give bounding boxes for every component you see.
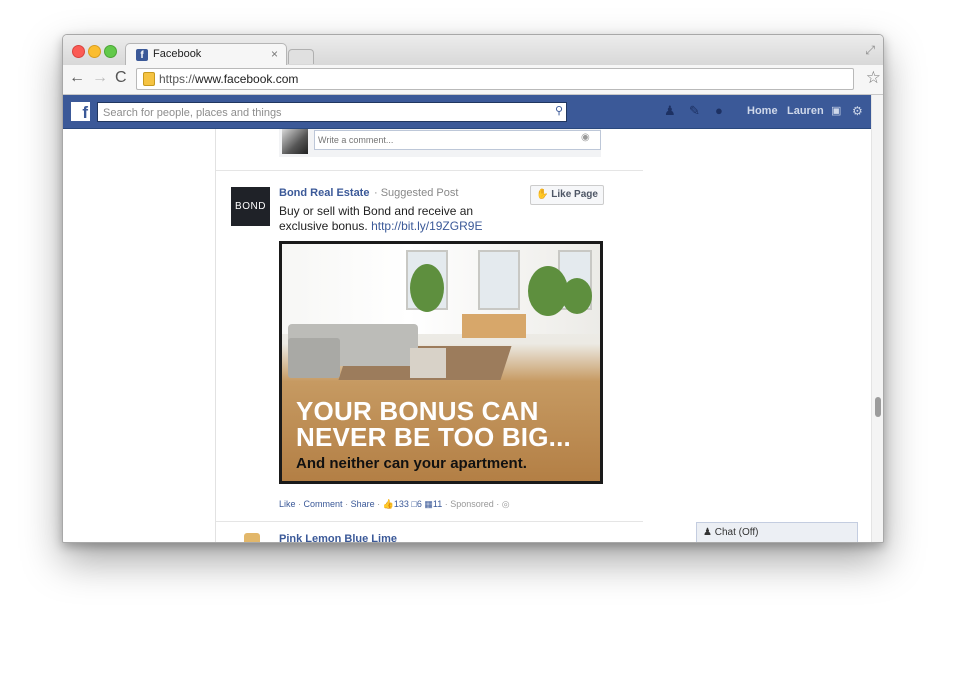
zoom-window-button[interactable] [104, 45, 117, 58]
news-feed-area: ◉ BOND Bond Real Estate · Suggested Post… [63, 129, 871, 542]
title-bar: f Facebook × ⤢ [63, 35, 883, 67]
minimize-window-button[interactable] [88, 45, 101, 58]
address-bar[interactable]: https://www.facebook.com ☆ [136, 68, 881, 90]
globe-icon: ◎ [501, 499, 510, 509]
forward-arrow-icon[interactable]: → [92, 69, 108, 87]
ad-stairs [462, 314, 526, 338]
fullscreen-icon[interactable]: ⤢ [865, 43, 875, 58]
nav-profile-link[interactable]: Lauren [787, 105, 824, 117]
scrollbar-thumb[interactable] [875, 397, 881, 417]
like-page-button[interactable]: ✋ Like Page [530, 185, 604, 205]
next-post-page-name[interactable]: Pink Lemon Blue Lime [279, 533, 397, 542]
ad-headline-line2: NEVER BE TOO BIG... [296, 422, 571, 452]
ad-window [478, 250, 520, 310]
comments-count[interactable]: 6 [417, 499, 422, 509]
search-box[interactable]: ⚲ [97, 102, 567, 122]
thumbs-up-icon: ✋ [536, 189, 552, 200]
next-post-avatar[interactable] [244, 533, 260, 542]
shares-count-icon: ▦ [424, 499, 433, 509]
camera-icon[interactable]: ◉ [581, 132, 590, 143]
like-link[interactable]: Like [279, 499, 296, 509]
settings-gear-icon[interactable]: ⚙ [852, 104, 868, 118]
user-avatar[interactable] [282, 129, 308, 154]
bookmark-star-icon[interactable]: ☆ [866, 68, 881, 88]
comment-input[interactable] [314, 130, 601, 150]
privacy-shortcuts-icon[interactable]: ▣ [831, 104, 847, 118]
likes-count-icon: 👍 [382, 499, 394, 509]
new-tab-button[interactable] [288, 49, 314, 64]
url-host: www.facebook.com [195, 72, 299, 86]
post-divider [216, 170, 643, 171]
sponsored-label: Sponsored [450, 499, 494, 509]
post-text-line2: exclusive bonus. [279, 219, 368, 233]
chat-person-icon: ♟ [703, 527, 715, 538]
ad-plant [410, 264, 444, 312]
like-page-label: Like Page [551, 189, 598, 200]
ad-plant [562, 278, 592, 314]
likes-count[interactable]: 133 [394, 499, 409, 509]
friend-requests-icon[interactable]: ♟ [664, 104, 680, 118]
chat-bar[interactable]: ♟ Chat (Off) [696, 522, 858, 542]
nav-home-link[interactable]: Home [747, 105, 778, 117]
ad-subline: And neither can your apartment. [296, 455, 527, 472]
shares-count[interactable]: 11 [433, 499, 442, 509]
url-text[interactable]: https://www.facebook.com [159, 72, 298, 86]
post-link[interactable]: http://bit.ly/19ZGR9E [371, 219, 482, 233]
news-feed: ◉ BOND Bond Real Estate · Suggested Post… [215, 129, 643, 542]
post-divider [216, 521, 643, 522]
ad-image[interactable]: YOUR BONUS CAN NEVER BE TOO BIG... And n… [279, 241, 603, 484]
scrollbar[interactable] [871, 95, 883, 542]
post-text-line1: Buy or sell with Bond and receive an [279, 204, 474, 218]
search-input[interactable] [98, 105, 543, 121]
post-text: Buy or sell with Bond and receive an exc… [279, 204, 509, 234]
post-actions: Like · Comment · Share · 👍133 □6 ▦11 · S… [279, 499, 510, 510]
comment-box: ◉ [279, 129, 601, 157]
ssl-warning-lock-icon[interactable] [143, 72, 155, 86]
close-tab-icon[interactable]: × [271, 47, 278, 61]
bond-logo[interactable]: BOND [231, 187, 270, 226]
chat-label: Chat (Off) [714, 527, 759, 538]
facebook-header: f ⚲ ♟ ✎ ● Home Lauren ▣ ⚙ [63, 95, 871, 129]
ad-photo: YOUR BONUS CAN NEVER BE TOO BIG... And n… [282, 244, 600, 481]
post-meta: · Suggested Post [374, 187, 459, 199]
share-link[interactable]: Share [351, 499, 375, 509]
url-protocol: https:// [159, 72, 196, 86]
close-window-button[interactable] [72, 45, 85, 58]
messages-icon[interactable]: ✎ [689, 104, 705, 118]
facebook-favicon-icon: f [136, 49, 148, 61]
ad-ottoman [410, 348, 446, 378]
back-arrow-icon[interactable]: ← [69, 69, 85, 87]
reload-icon[interactable]: C [115, 69, 127, 87]
browser-toolbar: ← → C https://www.facebook.com ☆ [63, 65, 883, 95]
post-page-name[interactable]: Bond Real Estate [279, 187, 369, 199]
facebook-logo-icon[interactable]: f [71, 102, 90, 122]
browser-tab[interactable]: f Facebook × [125, 43, 287, 67]
tab-title: Facebook [153, 48, 202, 60]
browser-window: f Facebook × ⤢ ← → C https://www.faceboo… [62, 34, 884, 543]
ad-sofa [288, 338, 340, 378]
notifications-icon[interactable]: ● [715, 104, 731, 118]
ad-headline: YOUR BONUS CAN NEVER BE TOO BIG... [296, 398, 571, 450]
comment-link[interactable]: Comment [304, 499, 343, 509]
search-icon[interactable]: ⚲ [555, 104, 563, 117]
